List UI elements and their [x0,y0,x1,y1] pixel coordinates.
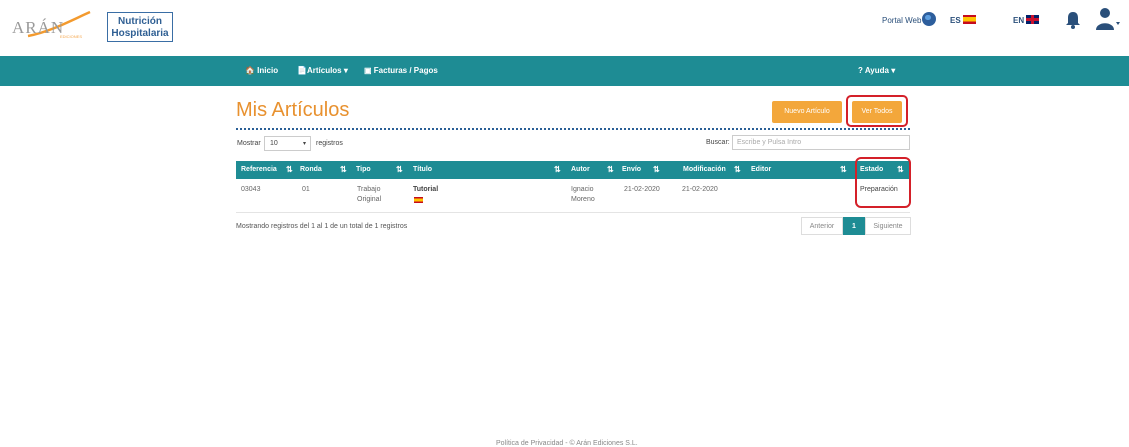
cell-autor-line2: Moreno [571,196,595,203]
nav-help-dropdown[interactable]: ? Ayuda ▾ [858,66,895,75]
logo-text: ARÁN [12,18,65,37]
portal-web-link[interactable]: Portal Web [882,16,921,25]
sort-icon[interactable]: ⇅ [396,165,403,174]
highlight-view-all [846,95,908,127]
col-autor[interactable]: Autor [571,166,590,173]
sort-icon[interactable]: ⇅ [734,165,741,174]
top-header: ARÁN EDICIONES Nutrición Hospitalaria Po… [0,0,1129,56]
col-envio[interactable]: Envío [622,166,641,173]
globe-icon[interactable] [922,12,936,26]
table-info: Mostrando registros del 1 al 1 de un tot… [236,223,408,230]
show-label: Mostrar [237,140,261,147]
nav-articles-dropdown[interactable]: 📄Artículos ▾ [297,66,348,75]
main-navbar: 🏠 Inicio 📄Artículos ▾ ▣ Facturas / Pagos… [0,56,1129,86]
col-referencia[interactable]: Referencia [241,166,277,173]
logo-subtext: EDICIONES [60,34,83,39]
row-divider [236,212,910,213]
page-length-select[interactable]: 10 ▾ [264,136,311,151]
page-length-value: 10 [270,140,278,147]
table-header: Referencia ⇅ Ronda ⇅ Tipo ⇅ Título ⇅ Aut… [236,161,910,179]
sort-icon[interactable]: ⇅ [554,165,561,174]
nav-invoices[interactable]: ▣ Facturas / Pagos [364,66,438,75]
records-label: registros [316,140,343,147]
prev-page-button[interactable]: Anterior [801,217,843,235]
page-title: Mis Artículos [236,99,350,121]
sort-icon[interactable]: ⇅ [607,165,614,174]
uk-flag-icon[interactable] [1026,15,1039,24]
col-editor[interactable]: Editor [751,166,771,173]
sort-icon[interactable]: ⇅ [340,165,347,174]
cell-autor-line1: Ignacio [571,186,594,193]
lang-en-link[interactable]: EN [1013,16,1024,25]
cell-titulo[interactable]: Tutorial [413,185,438,195]
user-menu-icon[interactable] [1095,7,1121,31]
sort-icon[interactable]: ⇅ [840,165,847,174]
lang-es-link[interactable]: ES [950,16,961,25]
title-divider [236,128,910,130]
search-label: Buscar: [706,139,730,146]
spain-flag-icon[interactable] [963,15,976,24]
journal-name-line1: Nutrición [118,16,162,27]
journal-name-line2: Hospitalaria [111,28,169,39]
new-article-button[interactable]: Nuevo Artículo [772,101,842,123]
journal-logo[interactable]: Nutrición Hospitalaria [107,12,173,42]
sort-icon[interactable]: ⇅ [653,165,660,174]
next-page-button[interactable]: Siguiente [865,217,911,235]
cell-tipo-line2: Original [357,196,382,203]
cell-ronda: 01 [302,186,310,193]
cell-tipo-line1: Trabajo [357,186,381,193]
col-ronda[interactable]: Ronda [300,166,322,173]
nav-home[interactable]: 🏠 Inicio [245,66,278,75]
highlight-estado [855,157,911,208]
cell-modificacion: 21-02-2020 [682,186,718,193]
spain-flag-icon [414,197,423,203]
page-1-button[interactable]: 1 [843,217,865,235]
aran-logo[interactable]: ARÁN EDICIONES [10,10,100,40]
col-modificacion[interactable]: Modificación [683,166,726,173]
sort-icon[interactable]: ⇅ [286,165,293,174]
col-tipo[interactable]: Tipo [356,166,371,173]
cell-referencia: 03043 [241,186,261,193]
cell-envio: 21-02-2020 [624,186,660,193]
search-input[interactable]: Escribe y Pulsa Intro [732,135,910,150]
chevron-down-icon: ▾ [302,141,306,147]
bell-icon[interactable] [1065,11,1081,29]
col-titulo[interactable]: Título [413,166,432,173]
